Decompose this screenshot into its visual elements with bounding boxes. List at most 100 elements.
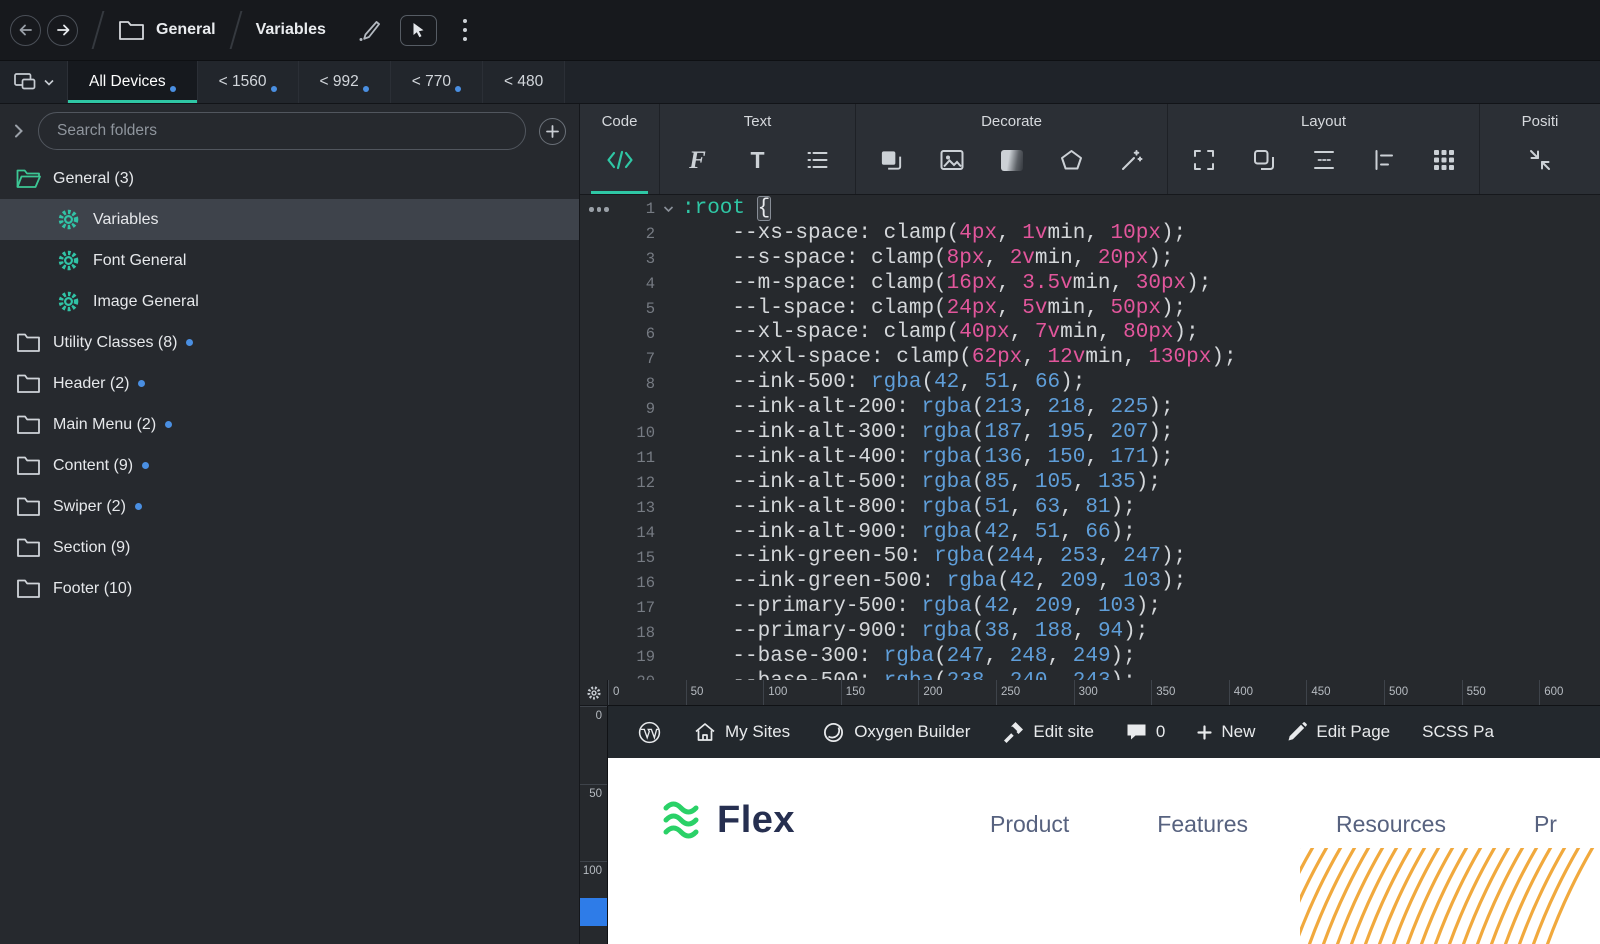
search-input[interactable] bbox=[38, 112, 526, 150]
tree-item-label: Footer (10) bbox=[53, 579, 133, 597]
code-line-2[interactable]: 2 --xs-space: clamp(4px, 1vmin, 10px); bbox=[580, 222, 1600, 247]
forward-button[interactable] bbox=[47, 14, 78, 46]
breadcrumb-page[interactable]: Variables bbox=[256, 21, 326, 39]
site-logo[interactable]: Flex bbox=[658, 798, 795, 842]
tree-item-main-menu-2[interactable]: Main Menu (2) bbox=[0, 404, 579, 445]
code-line-17[interactable]: 17 --primary-500: rgba(42, 209, 103); bbox=[580, 595, 1600, 620]
code-line-11[interactable]: 11 --ink-alt-400: rgba(136, 150, 171); bbox=[580, 446, 1600, 471]
nav-link-features[interactable]: Features bbox=[1157, 811, 1248, 838]
panel-section-layout[interactable]: Layout bbox=[1168, 104, 1480, 194]
line-number: 14 bbox=[636, 524, 655, 543]
border-shadow-icon[interactable] bbox=[879, 145, 905, 175]
image-icon[interactable] bbox=[939, 145, 965, 175]
more-options-icon[interactable] bbox=[459, 13, 471, 48]
edit-page-menu[interactable]: Edit Page bbox=[1271, 706, 1406, 758]
panel-section-label: Layout bbox=[1300, 113, 1347, 130]
device-tab-992[interactable]: < 992 bbox=[298, 61, 391, 103]
device-tab-770[interactable]: < 770 bbox=[390, 61, 483, 103]
code-line-8[interactable]: 8 --ink-500: rgba(42, 51, 66); bbox=[580, 371, 1600, 396]
scss-menu[interactable]: SCSS Pa bbox=[1406, 706, 1510, 758]
nav-link-pricing[interactable]: Pr bbox=[1534, 811, 1557, 838]
code-line-5[interactable]: 5 --l-space: clamp(24px, 5vmin, 50px); bbox=[580, 297, 1600, 322]
tree-item-general-3[interactable]: General (3) bbox=[0, 158, 579, 199]
tree-item-font-general[interactable]: Font General bbox=[0, 240, 579, 281]
code-line-13[interactable]: 13 --ink-alt-800: rgba(51, 63, 81); bbox=[580, 496, 1600, 521]
code-icon[interactable] bbox=[605, 145, 635, 175]
tree-item-swiper-2[interactable]: Swiper (2) bbox=[0, 486, 579, 527]
tree-item-label: Image General bbox=[93, 292, 199, 310]
oxygen-builder-menu[interactable]: Oxygen Builder bbox=[806, 706, 986, 758]
code-line-16[interactable]: 16 --ink-green-500: rgba(42, 209, 103); bbox=[580, 570, 1600, 595]
tree-item-image-general[interactable]: Image General bbox=[0, 281, 579, 322]
fold-toggle-icon[interactable] bbox=[655, 205, 682, 213]
spacing-icon[interactable] bbox=[1311, 145, 1337, 175]
brush-tool-icon[interactable] bbox=[356, 17, 383, 44]
code-text: --ink-alt-200: rgba(213, 218, 225); bbox=[682, 396, 1174, 420]
code-line-14[interactable]: 14 --ink-alt-900: rgba(42, 51, 66); bbox=[580, 521, 1600, 546]
align-icon[interactable] bbox=[1371, 145, 1397, 175]
device-preview-toggle[interactable] bbox=[0, 61, 68, 103]
collapse-chevron-icon[interactable] bbox=[13, 123, 38, 139]
breadcrumb-folder[interactable]: General bbox=[156, 21, 216, 39]
select-tool-button[interactable] bbox=[399, 14, 437, 46]
panel-section-text[interactable]: Text F T bbox=[660, 104, 856, 194]
grid-icon[interactable] bbox=[1431, 145, 1457, 175]
ruler-tick bbox=[580, 861, 607, 863]
search-row bbox=[0, 104, 579, 158]
panel-section-position[interactable]: Positi bbox=[1480, 104, 1600, 194]
code-line-15[interactable]: 15 --ink-green-50: rgba(244, 253, 247); bbox=[580, 545, 1600, 570]
code-text: --xl-space: clamp(40px, 7vmin, 80px); bbox=[682, 321, 1199, 345]
code-line-18[interactable]: 18 --primary-900: rgba(38, 188, 94); bbox=[580, 620, 1600, 645]
code-line-7[interactable]: 7 --xxl-space: clamp(62px, 12vmin, 130px… bbox=[580, 346, 1600, 371]
code-line-4[interactable]: 4 --m-space: clamp(16px, 3.5vmin, 30px); bbox=[580, 272, 1600, 297]
code-line-10[interactable]: 10 --ink-alt-300: rgba(187, 195, 207); bbox=[580, 421, 1600, 446]
tree-item-header-2[interactable]: Header (2) bbox=[0, 363, 579, 404]
line-number: 15 bbox=[636, 548, 655, 567]
edit-site-menu[interactable]: Edit site bbox=[986, 706, 1109, 758]
back-button[interactable] bbox=[10, 14, 41, 46]
tree-item-section-9[interactable]: Section (9) bbox=[0, 527, 579, 568]
device-tab-1560[interactable]: < 1560 bbox=[197, 61, 299, 103]
panel-section-code[interactable]: Code bbox=[580, 104, 660, 194]
code-line-9[interactable]: 9 --ink-alt-200: rgba(213, 218, 225); bbox=[580, 396, 1600, 421]
folder-icon bbox=[14, 578, 43, 599]
device-tab-all-devices[interactable]: All Devices bbox=[68, 61, 198, 103]
tree-item-label: Main Menu (2) bbox=[53, 415, 157, 433]
editor-menu-icon[interactable] bbox=[589, 207, 609, 212]
selector-icon bbox=[54, 290, 83, 313]
shape-icon[interactable] bbox=[1059, 145, 1085, 175]
layers-icon[interactable] bbox=[1251, 145, 1277, 175]
code-line-19[interactable]: 19 --base-300: rgba(247, 248, 249); bbox=[580, 645, 1600, 670]
gradient-icon[interactable] bbox=[999, 145, 1025, 175]
device-tab-480[interactable]: < 480 bbox=[482, 61, 566, 103]
code-line-3[interactable]: 3 --s-space: clamp(8px, 2vmin, 20px); bbox=[580, 247, 1600, 272]
tree-item-utility-classes-8[interactable]: Utility Classes (8) bbox=[0, 322, 579, 363]
nav-link-resources[interactable]: Resources bbox=[1336, 811, 1446, 838]
expand-icon[interactable] bbox=[1191, 145, 1217, 175]
panel-section-decorate[interactable]: Decorate bbox=[856, 104, 1168, 194]
font-family-icon[interactable]: F bbox=[685, 145, 711, 175]
nav-link-product[interactable]: Product bbox=[990, 811, 1069, 838]
add-folder-button[interactable] bbox=[539, 117, 566, 145]
new-menu[interactable]: New bbox=[1181, 706, 1271, 758]
edit-site-label: Edit site bbox=[1033, 722, 1094, 741]
code-line-1[interactable]: 1:root { bbox=[580, 197, 1600, 222]
unsaved-changes-dot bbox=[186, 339, 194, 346]
ruler-settings-button[interactable] bbox=[580, 680, 608, 706]
tree-item-content-9[interactable]: Content (9) bbox=[0, 445, 579, 486]
wp-logo-menu[interactable] bbox=[621, 706, 678, 758]
my-sites-menu[interactable]: My Sites bbox=[678, 706, 806, 758]
code-editor[interactable]: 1:root {2 --xs-space: clamp(4px, 1vmin, … bbox=[580, 195, 1600, 680]
list-icon[interactable] bbox=[805, 145, 831, 175]
code-line-6[interactable]: 6 --xl-space: clamp(40px, 7vmin, 80px); bbox=[580, 321, 1600, 346]
comments-menu[interactable]: 0 bbox=[1110, 706, 1181, 758]
tree-item-variables[interactable]: Variables bbox=[0, 199, 579, 240]
code-line-12[interactable]: 12 --ink-alt-500: rgba(85, 105, 135); bbox=[580, 471, 1600, 496]
collapse-icon[interactable] bbox=[1527, 145, 1553, 175]
tree-item-footer-10[interactable]: Footer (10) bbox=[0, 568, 579, 609]
horizontal-ruler: 0 50 100 150 200 250 300 350 400 450 500 550 600 bbox=[608, 680, 1600, 706]
line-number: 5 bbox=[645, 300, 655, 318]
effects-wand-icon[interactable] bbox=[1119, 145, 1145, 175]
text-style-icon[interactable]: T bbox=[745, 145, 771, 175]
code-line-20[interactable]: 20 --base-500: rgba(238, 240, 243); bbox=[580, 670, 1600, 680]
